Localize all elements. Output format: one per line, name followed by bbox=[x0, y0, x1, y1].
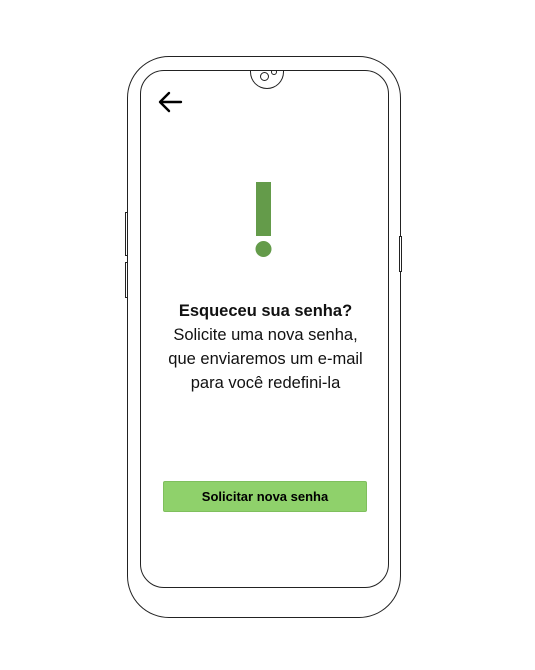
volume-up-button bbox=[125, 212, 128, 256]
back-button[interactable] bbox=[157, 91, 183, 113]
message-block: Esqueceu sua senha? Solicite uma nova se… bbox=[141, 299, 388, 395]
exclamation-icon bbox=[253, 182, 275, 260]
arrow-left-icon bbox=[158, 91, 183, 113]
message-line-3: para você redefini-la bbox=[190, 374, 341, 392]
phone-screen: Esqueceu sua senha? Solicite uma nova se… bbox=[140, 70, 389, 588]
front-camera bbox=[260, 72, 269, 81]
power-button bbox=[399, 236, 402, 272]
proximity-sensor bbox=[271, 71, 277, 75]
notch bbox=[250, 71, 284, 89]
volume-down-button bbox=[125, 262, 128, 298]
message-line-1: Solicite uma nova senha, bbox=[173, 326, 358, 344]
message-line-2: que enviaremos um e-mail bbox=[168, 350, 363, 368]
page-title: Esqueceu sua senha? bbox=[178, 302, 353, 320]
request-new-password-button[interactable]: Solicitar nova senha bbox=[163, 481, 367, 512]
